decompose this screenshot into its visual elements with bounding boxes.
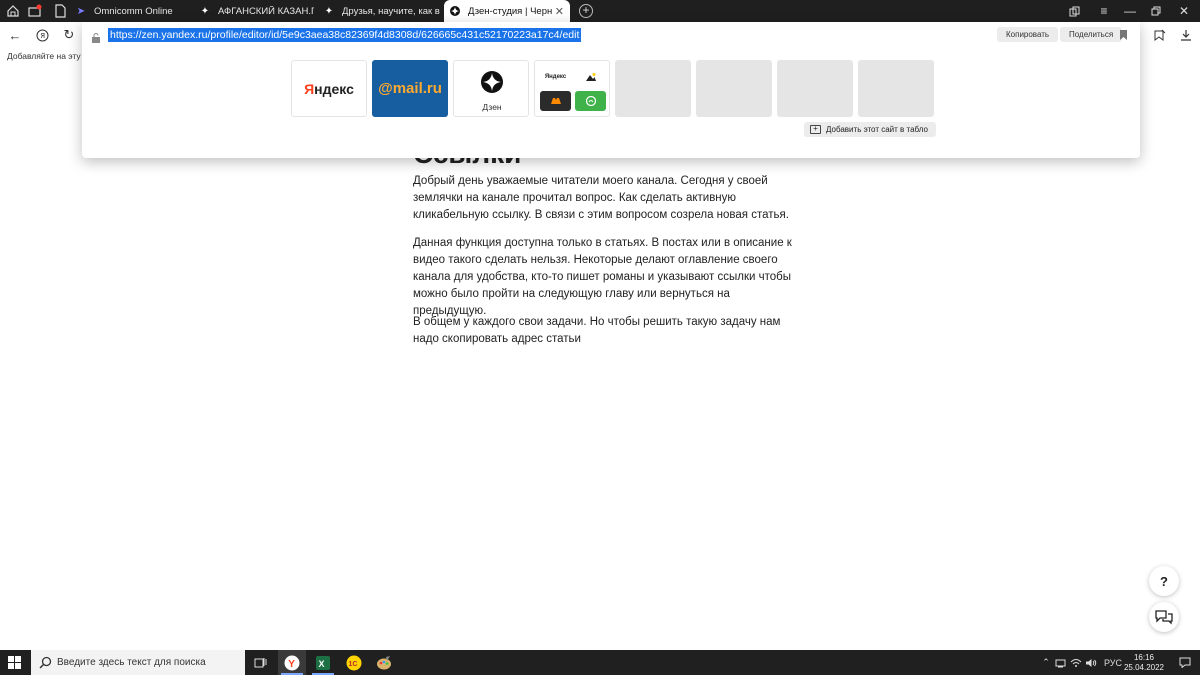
dzen-logo-icon <box>481 71 503 93</box>
svg-text:1С: 1С <box>349 661 358 668</box>
yandex-protect-icon[interactable]: Я <box>33 26 51 44</box>
share-button[interactable]: Поделиться <box>1060 27 1123 42</box>
article-paragraph: В общем у каждого свои задачи. Но чтобы … <box>413 316 781 345</box>
dzen-favicon-icon <box>450 6 460 16</box>
close-tab-icon[interactable]: ✕ <box>555 5 564 18</box>
tile-label: Яндекс <box>304 80 354 97</box>
add-site-to-dial-button[interactable]: + Добавить этот сайт в табло <box>804 122 936 137</box>
reload-icon[interactable]: ↻ <box>60 26 78 44</box>
tab-dzen-studio[interactable]: Дзен-студия | Черновик ✕ <box>444 0 570 22</box>
task-view-icon[interactable] <box>246 650 274 675</box>
minimize-icon[interactable]: — <box>1116 0 1144 22</box>
tab-druzya[interactable]: ✦ Друзья, научите, как в но <box>318 0 440 22</box>
mini-tile-yandex: Яндекс <box>544 74 567 80</box>
mini-tile-games-icon <box>540 91 571 111</box>
windows-taskbar: Введите здесь текст для поиска Y X 1С ⌃ … <box>0 650 1200 675</box>
speed-dial-empty-slot[interactable] <box>858 60 934 117</box>
action-center-icon[interactable] <box>1176 650 1194 675</box>
svg-text:Я: Я <box>40 32 45 40</box>
chat-icon <box>1155 610 1173 625</box>
close-window-icon[interactable]: ✕ <box>1170 0 1198 22</box>
add-site-label: Добавить этот сайт в табло <box>826 125 928 134</box>
notifications-icon[interactable] <box>25 2 45 20</box>
svg-text:Y: Y <box>288 659 295 670</box>
search-icon <box>39 656 52 669</box>
tab-label: Дзен-студия | Черновик <box>468 5 552 17</box>
mini-tile-images-icon <box>575 67 606 87</box>
taskbar-search-placeholder: Введите здесь текст для поиска <box>57 657 206 668</box>
arrow-favicon-icon: ➤ <box>76 5 86 17</box>
menu-icon[interactable]: ≡ <box>1090 0 1118 22</box>
1c-taskbar-icon[interactable]: 1С <box>340 650 368 675</box>
tabs-panel-icon[interactable] <box>3 2 23 20</box>
copy-url-button[interactable]: Копировать <box>997 27 1059 42</box>
chat-support-button[interactable] <box>1149 602 1179 632</box>
tile-label: @mail.ru <box>378 80 442 97</box>
speed-dial-tile-yandex[interactable]: Яндекс <box>291 60 367 117</box>
volume-icon[interactable] <box>1084 650 1098 675</box>
download-icon[interactable] <box>1177 26 1195 44</box>
back-arrow-icon[interactable]: ← <box>6 26 24 44</box>
taskbar-search-input[interactable]: Введите здесь текст для поиска <box>31 650 245 675</box>
system-clock[interactable]: 16:16 25.04.2022 <box>1122 653 1166 673</box>
page-icon[interactable] <box>50 2 70 20</box>
yandex-browser-taskbar-icon[interactable]: Y <box>278 650 306 675</box>
article-paragraph: Добрый день уважаемые читатели моего кан… <box>413 175 789 221</box>
clock-date: 25.04.2022 <box>1123 663 1165 672</box>
speed-dial-empty-slot[interactable] <box>615 60 691 117</box>
add-tile-icon: + <box>810 125 821 134</box>
speed-dial-tile-dzen[interactable]: Дзен <box>453 60 529 117</box>
omnibox-popup: https://zen.yandex.ru/profile/editor/id/… <box>82 22 1140 158</box>
mini-tile-music-icon <box>575 91 606 111</box>
clock-time: 16:16 <box>1133 653 1155 662</box>
site-info-icon[interactable] <box>91 30 101 43</box>
help-button[interactable]: ? <box>1149 566 1179 596</box>
bookmark-manager-icon[interactable] <box>1150 26 1168 44</box>
paint-taskbar-icon[interactable] <box>370 650 398 675</box>
article-paragraph: Данная функция доступна только в статьях… <box>413 237 792 317</box>
speed-dial-tile-group[interactable]: Яндекс <box>534 60 610 117</box>
address-url-input[interactable]: https://zen.yandex.ru/profile/editor/id/… <box>108 28 582 42</box>
new-tab-plus-icon[interactable]: + <box>579 4 593 18</box>
show-hidden-icons-chevron-icon[interactable]: ⌃ <box>1040 650 1052 675</box>
collections-icon[interactable] <box>1060 0 1088 22</box>
speed-dial-empty-slot[interactable] <box>777 60 853 117</box>
tab-omnicomm[interactable]: ➤ Omnicomm Online <box>70 0 192 22</box>
tile-label: Дзен <box>482 102 502 112</box>
tab-label: Omnicomm Online <box>94 5 173 17</box>
sparkle-favicon-icon: ✦ <box>324 5 334 17</box>
tab-label: Друзья, научите, как в но <box>342 5 440 17</box>
speed-dial-empty-slot[interactable] <box>696 60 772 117</box>
network-icon[interactable] <box>1054 650 1068 675</box>
speed-dial-tile-mail[interactable]: @mail.ru <box>372 60 448 117</box>
bookmark-icon[interactable] <box>1119 28 1128 40</box>
svg-text:X: X <box>319 659 325 669</box>
wifi-icon[interactable] <box>1069 650 1083 675</box>
tab-label: АФГАНСКИЙ КАЗАН.ПОД <box>218 5 314 17</box>
restore-icon[interactable] <box>1142 0 1170 22</box>
sparkle-favicon-icon: ✦ <box>200 5 210 17</box>
tab-bar: ➤ Omnicomm Online ✦ АФГАНСКИЙ КАЗАН.ПОД … <box>0 0 1200 22</box>
excel-taskbar-icon[interactable]: X <box>309 650 337 675</box>
tab-kazan[interactable]: ✦ АФГАНСКИЙ КАЗАН.ПОД <box>194 0 314 22</box>
windows-start-icon[interactable] <box>8 656 21 669</box>
